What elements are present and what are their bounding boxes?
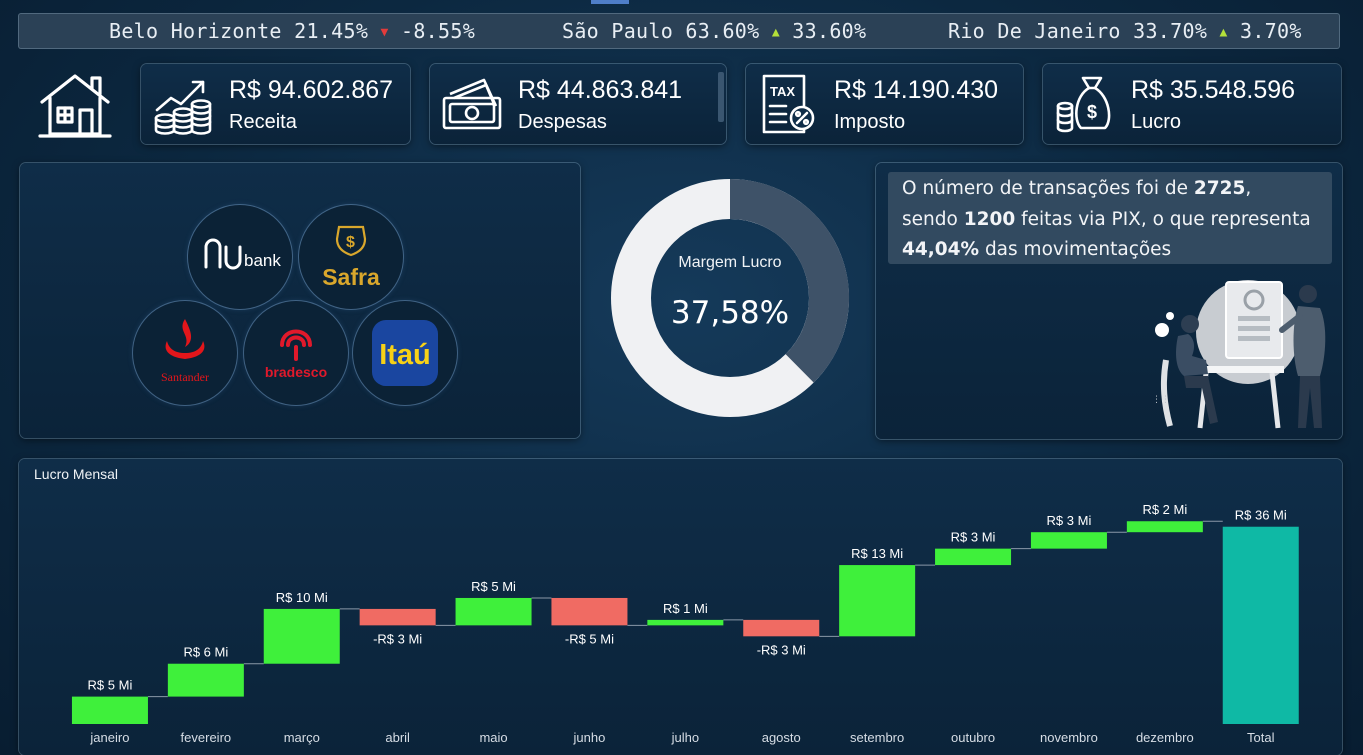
waterfall-data-label: R$ 36 Mi bbox=[1235, 508, 1287, 523]
x-axis-tick-label: janeiro bbox=[89, 730, 129, 745]
waterfall-data-label: -R$ 5 Mi bbox=[565, 631, 614, 646]
waterfall-data-label: R$ 10 Mi bbox=[276, 590, 328, 605]
x-axis-tick-label: novembro bbox=[1040, 730, 1098, 745]
waterfall-bar-novembro[interactable] bbox=[1030, 532, 1107, 549]
x-axis-tick-label: abril bbox=[385, 730, 410, 745]
waterfall-data-label: R$ 6 Mi bbox=[183, 645, 228, 660]
x-axis-tick-label: julho bbox=[671, 730, 699, 745]
x-axis-tick-label: maio bbox=[479, 730, 507, 745]
waterfall-bar-Total[interactable] bbox=[1222, 526, 1299, 724]
waterfall-data-label: R$ 5 Mi bbox=[88, 678, 133, 693]
waterfall-bar-outubro[interactable] bbox=[935, 548, 1012, 566]
waterfall-data-label: R$ 1 Mi bbox=[663, 601, 708, 616]
waterfall-bar-fevereiro[interactable] bbox=[167, 663, 244, 697]
x-axis-tick-label: dezembro bbox=[1136, 730, 1194, 745]
x-axis-tick-label: outubro bbox=[951, 730, 995, 745]
waterfall-data-label: R$ 13 Mi bbox=[851, 546, 903, 561]
waterfall-bar-abril[interactable] bbox=[359, 608, 436, 626]
waterfall-bar-setembro[interactable] bbox=[839, 565, 916, 637]
waterfall-data-label: R$ 2 Mi bbox=[1142, 502, 1187, 517]
x-axis-tick-label: agosto bbox=[762, 730, 801, 745]
waterfall-bar-maio[interactable] bbox=[455, 597, 532, 626]
waterfall-data-label: R$ 3 Mi bbox=[951, 530, 996, 545]
waterfall-bar-março[interactable] bbox=[263, 608, 340, 664]
x-axis-tick-label: junho bbox=[573, 730, 606, 745]
waterfall-bar-junho[interactable] bbox=[551, 597, 628, 626]
waterfall-bar-agosto[interactable] bbox=[743, 619, 820, 637]
waterfall-data-label: R$ 5 Mi bbox=[471, 579, 516, 594]
lucro-mensal-waterfall-chart: R$ 5 Mi janeiro R$ 6 Mi fevereiro R$ 10 Mi ma… bbox=[71, 502, 1299, 745]
waterfall-data-label: -R$ 3 Mi bbox=[373, 631, 422, 646]
waterfall-bar-dezembro[interactable] bbox=[1126, 521, 1203, 533]
x-axis-tick-label: fevereiro bbox=[181, 730, 232, 745]
x-axis-tick-label: março bbox=[284, 730, 320, 745]
x-axis-tick-label: setembro bbox=[850, 730, 904, 745]
x-axis-tick-label: Total bbox=[1247, 730, 1275, 745]
waterfall-bar-julho[interactable] bbox=[647, 619, 724, 626]
waterfall-data-label: R$ 3 Mi bbox=[1047, 513, 1092, 528]
waterfall-data-label: -R$ 3 Mi bbox=[757, 642, 806, 657]
waterfall-bar-janeiro[interactable] bbox=[71, 696, 148, 724]
